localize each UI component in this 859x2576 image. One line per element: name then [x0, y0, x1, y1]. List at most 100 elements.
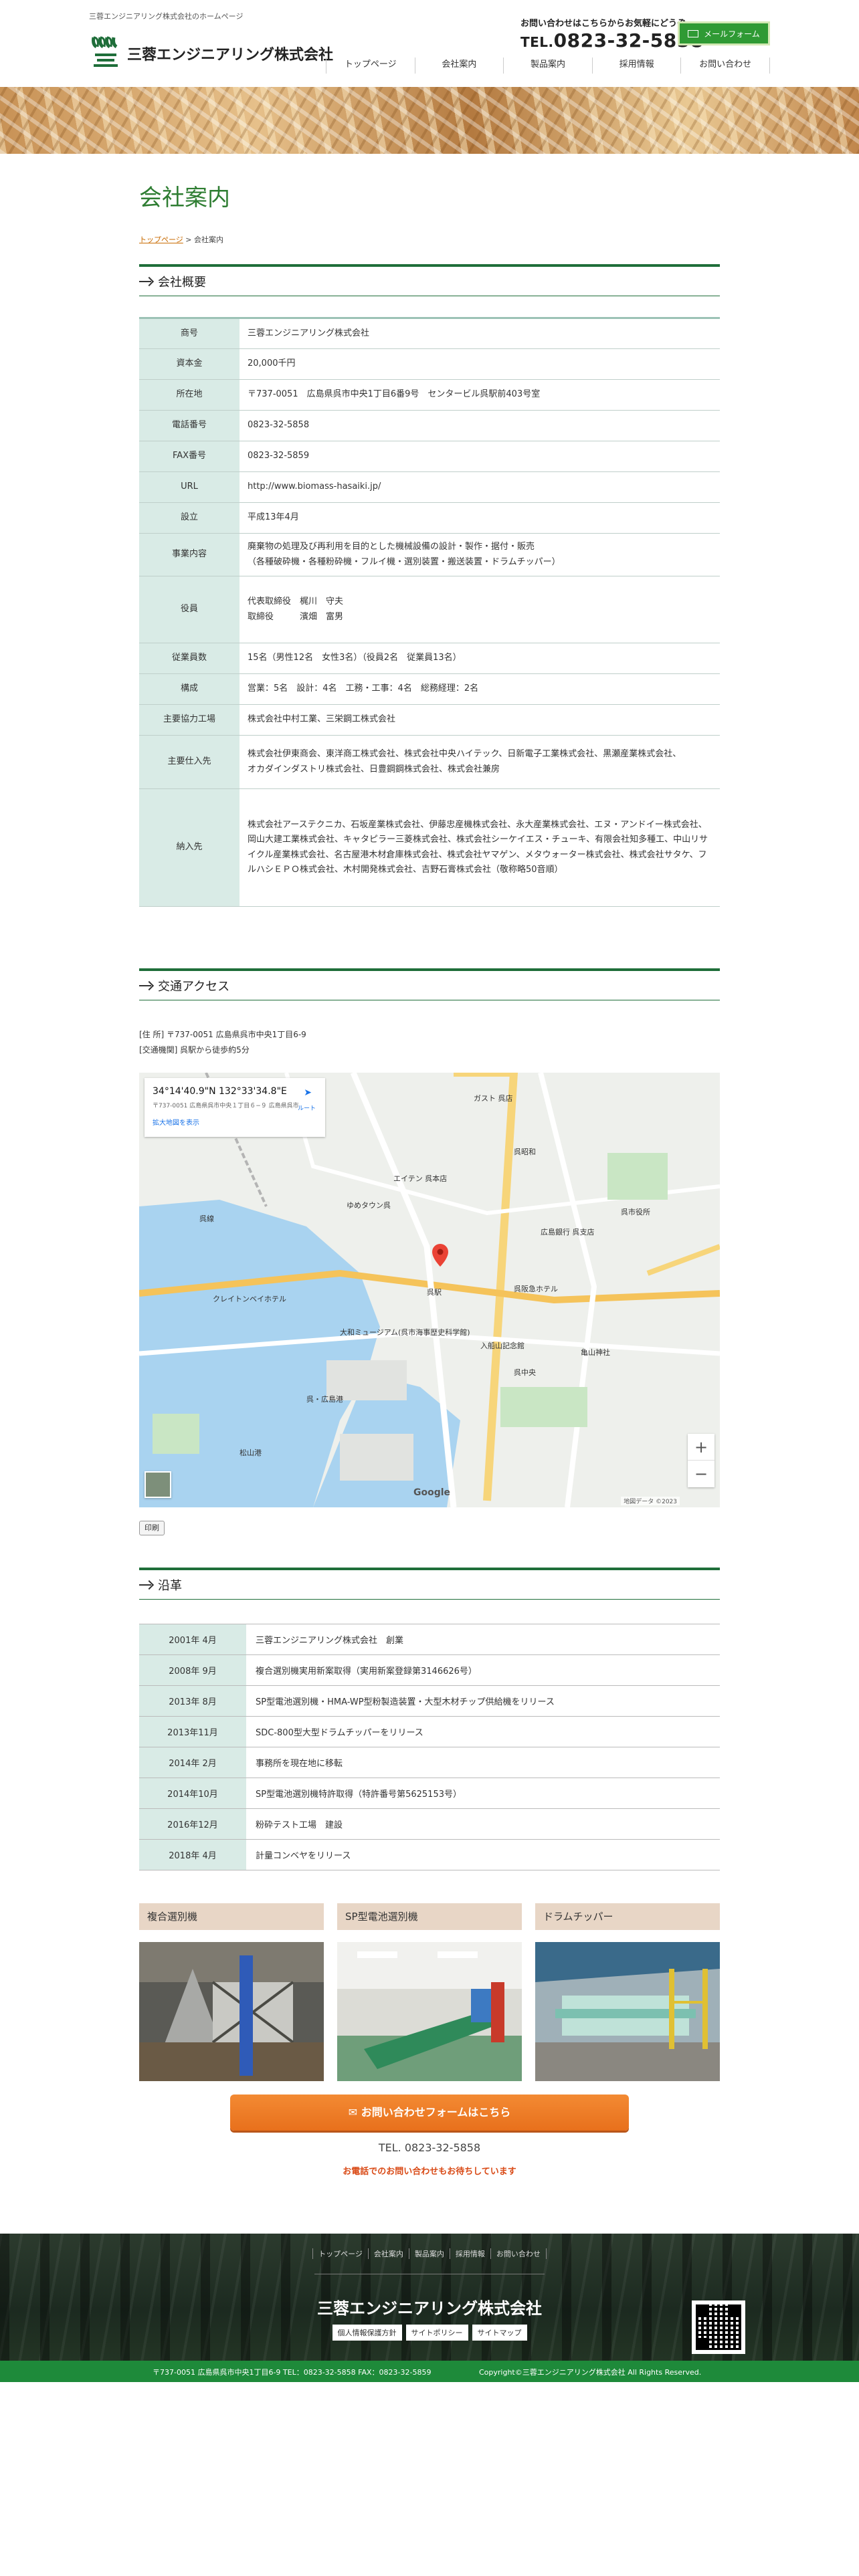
- map-label: 呉昭和: [514, 1148, 536, 1156]
- qr-code-icon: [692, 2300, 745, 2354]
- zoom-in-button[interactable]: +: [688, 1434, 714, 1461]
- company-overview-table: 商号 三蓉エンジニアリング株式会社 資本金 20,000千円 所在地 〒737-0051 …: [139, 317, 720, 907]
- history-event: SDC-800型大型ドラムチッパーをリリース: [246, 1716, 720, 1747]
- map-coordinates: 34°14'40.9"N 132°33'34.8"E: [153, 1086, 287, 1097]
- footer-nav-recruit[interactable]: 採用情報: [450, 2248, 491, 2259]
- section-heading-label: 交通アクセス: [158, 979, 230, 994]
- map-layer-toggle[interactable]: [145, 1471, 171, 1498]
- overview-key: 商号: [139, 318, 240, 349]
- access-address: [住 所] 〒737-0051 広島県呉市中央1丁目6-9: [139, 1030, 306, 1039]
- footer-nav-company[interactable]: 会社案内: [369, 2248, 409, 2259]
- table-row: 2013年 8月 SP型電池選別機・HMA-WP型粉製造装置・大型木材チップ供給機…: [139, 1685, 720, 1717]
- overview-value: 20,000千円: [240, 348, 720, 380]
- overview-value: 〒737-0051 広島県呉市中央1丁目6番9号 センタービル呉駅前403号室: [240, 379, 720, 411]
- product-photo-battery-sorter[interactable]: [337, 1942, 522, 2081]
- map-zoom-control: + −: [688, 1434, 714, 1487]
- history-date: 2008年 9月: [139, 1654, 246, 1686]
- table-row: URL http://www.biomass-hasaiki.jp/: [139, 471, 720, 503]
- table-row: 2014年 2月 事務所を現在地に移転: [139, 1747, 720, 1778]
- product-photo-composite-sorter[interactable]: [139, 1942, 324, 2081]
- cta-note: お電話でのお問い合わせもお待ちしています: [343, 2167, 516, 2177]
- zoom-out-button[interactable]: −: [688, 1461, 714, 1487]
- sitemap-link[interactable]: サイトマップ: [472, 2325, 527, 2341]
- table-row: 所在地 〒737-0051 広島県呉市中央1丁目6番9号 センタービル呉駅前403…: [139, 379, 720, 411]
- product-photo-drum-chipper[interactable]: [535, 1942, 720, 2081]
- mail-form-button[interactable]: メールフォーム: [678, 21, 770, 45]
- contact-form-label: お問い合わせフォームはこちら: [361, 2106, 511, 2119]
- overview-value: 営業：5名 設計：4名 工務・工事：4名 総務経理：2名: [240, 673, 720, 705]
- map-larger-link[interactable]: 拡大地図を表示: [153, 1117, 199, 1127]
- map-label: 入船山記念館: [480, 1341, 524, 1350]
- footer-nav: トップページ 会社案内 製品案内 採用情報 お問い合わせ: [0, 2248, 859, 2259]
- product-label-drum-chipper[interactable]: ドラムチッパー: [535, 1903, 720, 1930]
- nav-item-top[interactable]: トップページ: [326, 58, 415, 74]
- map-label: 呉中央: [514, 1368, 536, 1377]
- breadcrumb: トップページ > 会社案内: [139, 234, 223, 245]
- breadcrumb-separator: >: [185, 235, 192, 244]
- nav-item-recruit[interactable]: 採用情報: [591, 58, 681, 74]
- overview-key: URL: [139, 471, 240, 503]
- overview-key: 役員: [139, 576, 240, 643]
- breadcrumb-home-link[interactable]: トップページ: [139, 235, 183, 244]
- table-row: 2001年 4月 三蓉エンジニアリング株式会社 創業: [139, 1624, 720, 1655]
- nav-item-products[interactable]: 製品案内: [503, 58, 592, 74]
- product-label-composite-sorter[interactable]: 複合選別機: [139, 1903, 324, 1930]
- table-row: 電話番号 0823-32-5858: [139, 410, 720, 441]
- overview-value: 0823-32-5859: [240, 441, 720, 472]
- table-row: 構成 営業：5名 設計：4名 工務・工事：4名 総務経理：2名: [139, 673, 720, 705]
- google-logo: Google: [413, 1487, 451, 1498]
- table-row: 主要仕入先 株式会社伊東商会、東洋商工株式会社、株式会社中央ハイテック、日新電子工…: [139, 735, 720, 789]
- contact-form-button[interactable]: ✉ お問い合わせフォームはこちら: [230, 2095, 629, 2131]
- page-title: 会社案内: [139, 185, 230, 211]
- privacy-policy-link[interactable]: 個人情報保護方針: [332, 2325, 402, 2341]
- history-table: 2001年 4月 三蓉エンジニアリング株式会社 創業 2008年 9月 複合選別機実用…: [139, 1624, 720, 1870]
- global-nav: トップページ 会社案内 製品案内 採用情報 お問い合わせ: [326, 58, 770, 74]
- section-heading-access: 交通アクセス: [139, 968, 720, 1000]
- map-address: 〒737-0051 広島県呉市中央１丁目６−９ 広島県呉市: [153, 1103, 299, 1109]
- map-label: 呉駅: [427, 1288, 442, 1297]
- overview-key: 主要仕入先: [139, 735, 240, 789]
- table-row: 2014年10月 SP型電池選別機特許取得（特許番号第5625153号）: [139, 1778, 720, 1809]
- mail-form-label: メールフォーム: [704, 29, 760, 39]
- google-map[interactable]: ガスト 呉店 呉線 エイテン 呉本店 呉昭和 ゆめタウン呉 クレイトンベイホテル…: [139, 1073, 720, 1507]
- nav-item-contact[interactable]: お問い合わせ: [680, 58, 770, 74]
- print-button[interactable]: 印刷: [139, 1521, 165, 1535]
- map-label: クレイトンベイホテル: [213, 1295, 286, 1303]
- footer-nav-top[interactable]: トップページ: [312, 2248, 369, 2259]
- directions-icon[interactable]: ➤: [304, 1087, 312, 1098]
- footer-address: 〒737-0051 広島県呉市中央1丁目6-9 TEL：0823-32-5858…: [153, 2368, 432, 2377]
- arrow-right-icon: [139, 1580, 154, 1590]
- table-row: 商号 三蓉エンジニアリング株式会社: [139, 318, 720, 349]
- site-policy-link[interactable]: サイトポリシー: [405, 2325, 468, 2341]
- company-name[interactable]: 三蓉エンジニアリング株式会社: [127, 43, 333, 64]
- company-logo-icon[interactable]: [91, 35, 120, 68]
- history-date: 2018年 4月: [139, 1839, 246, 1870]
- map-label: ゆめタウン呉: [347, 1201, 391, 1210]
- hero-banner-wood-chips: [0, 87, 859, 154]
- history-date: 2014年10月: [139, 1778, 246, 1809]
- footer-bar: 〒737-0051 広島県呉市中央1丁目6-9 TEL：0823-32-5858…: [0, 2361, 859, 2382]
- map-label: 大和ミュージアム(呉市海事歴史科学館): [340, 1328, 470, 1337]
- overview-key: 従業員数: [139, 643, 240, 674]
- product-label-battery-sorter[interactable]: SP型電池選別機: [337, 1903, 522, 1930]
- map-label: エイテン 呉本店: [393, 1174, 448, 1183]
- footer-nav-contact[interactable]: お問い合わせ: [491, 2248, 547, 2259]
- overview-value: 株式会社中村工業、三栄鋼工株式会社: [240, 704, 720, 736]
- directions-label[interactable]: ルート: [298, 1103, 316, 1112]
- history-event: SP型電池選別機・HMA-WP型粉製造装置・大型木材チップ供給機をリリース: [246, 1685, 720, 1717]
- mail-icon: [688, 29, 699, 37]
- table-row: 事業内容 廃棄物の処理及び再利用を目的とした機械設備の設計・製作・据付・販売 （各…: [139, 533, 720, 576]
- overview-key: 構成: [139, 673, 240, 705]
- contact-note: お問い合わせはこちらからお気軽にどうぞ: [520, 19, 686, 29]
- table-row: 設立 平成13年4月: [139, 502, 720, 534]
- map-label: 松山港: [240, 1448, 262, 1457]
- table-row: 2008年 9月 複合選別機実用新案取得（実用新案登録第3146626号）: [139, 1654, 720, 1686]
- map-label: 亀山神社: [581, 1348, 610, 1357]
- footer-nav-products[interactable]: 製品案内: [409, 2248, 450, 2259]
- nav-item-company[interactable]: 会社案内: [414, 58, 504, 74]
- overview-value: 0823-32-5858: [240, 410, 720, 441]
- section-heading-history: 沿革: [139, 1568, 720, 1600]
- arrow-right-icon: [139, 981, 154, 990]
- section-heading-overview: 会社概要: [139, 264, 720, 296]
- overview-value: 15名（男性12名 女性3名）（役員2名 従業員13名）: [240, 643, 720, 674]
